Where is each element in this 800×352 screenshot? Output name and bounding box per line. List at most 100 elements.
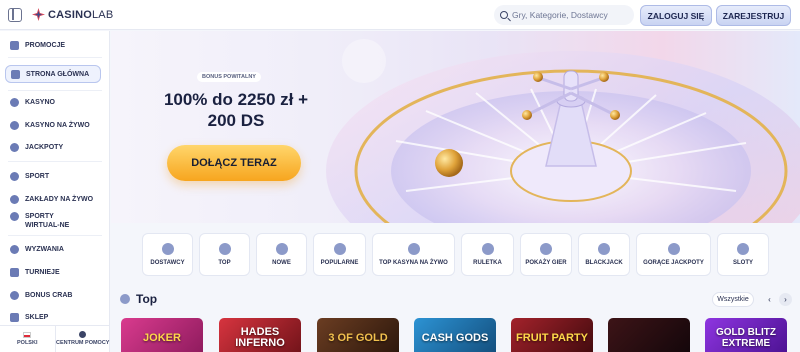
game-tile-fruit-party[interactable]: FRUIT PARTY <box>511 318 593 352</box>
sidebar-item-kasyno-na-zywo[interactable]: KASYNO NA ŻYWO <box>10 121 90 130</box>
logo-star-icon <box>32 8 45 21</box>
cards-icon <box>598 243 610 255</box>
sidebar-item-label: SPORTY WIRTUAL-NE <box>25 213 70 229</box>
crab-icon <box>10 291 19 300</box>
funnel-icon <box>161 243 174 255</box>
register-button[interactable]: ZAREJESTRUJ <box>716 5 791 26</box>
virtual-icon <box>10 212 19 221</box>
category-label: SLOTY <box>732 260 753 266</box>
star-icon <box>333 243 346 255</box>
sidebar-item-turnieje[interactable]: TURNIEJE <box>10 268 60 277</box>
sidebar-item-label: ZAKŁADY NA ŻYWO <box>25 196 94 203</box>
sidebar-item-label: BONUS CRAB <box>25 292 73 299</box>
language-selector[interactable]: POLSKI <box>0 326 55 352</box>
category-gorace-jackpoty[interactable]: GORĄCE JACKPOTY <box>636 233 711 276</box>
category-label: BLACKJACK <box>585 260 623 266</box>
login-button[interactable]: ZALOGUJ SIĘ <box>640 5 712 26</box>
category-label: TOP <box>218 260 231 266</box>
category-label: POKAŻY GIER <box>525 260 567 266</box>
new-icon <box>275 243 288 255</box>
category-pokazy-gier[interactable]: POKAŻY GIER <box>520 233 572 276</box>
sidebar-item-label: SPORT <box>25 173 50 180</box>
sidebar-item-sklep[interactable]: SKLEP <box>10 313 48 322</box>
category-label: GORĄCE JACKPOTY <box>643 260 704 266</box>
category-popularne[interactable]: POPULARNE <box>313 233 366 276</box>
sidebar-item-label: TURNIEJE <box>25 269 60 276</box>
sidebar-toggle-icon[interactable] <box>8 8 22 22</box>
star-live-icon <box>407 243 420 255</box>
sidebar-item-wyzwania[interactable]: WYZWANIA <box>10 245 64 254</box>
divider <box>8 161 102 162</box>
logo-text-thin: LAB <box>91 8 114 21</box>
sidebar-item-bonus-crab[interactable]: BONUS CRAB <box>10 291 72 300</box>
hero-banner[interactable]: BONUS POWITALNY 100% do 2250 zł + 200 DS… <box>111 31 800 223</box>
category-label: TOP KASYNA NA ŻYWO <box>379 260 448 266</box>
category-nowe[interactable]: NOWE <box>256 233 307 276</box>
game-tile-3-of-gold[interactable]: 3 OF GOLD <box>317 318 399 352</box>
sidebar-item-kasyno[interactable]: KASYNO <box>10 98 55 107</box>
sidebar-footer: POLSKI CENTRUM POMOCY <box>0 325 110 352</box>
cup-icon <box>10 268 19 277</box>
ball-icon <box>10 172 19 181</box>
games-icon <box>540 243 552 255</box>
cherry-icon <box>10 98 19 107</box>
category-ruletka[interactable]: RULETKA <box>461 233 514 276</box>
join-now-button[interactable]: DOŁĄCZ TERAZ <box>167 145 301 181</box>
category-blackjack[interactable]: BLACKJACK <box>578 233 630 276</box>
search-icon <box>500 11 508 19</box>
sidebar-item-jackpoty[interactable]: JACKPOTY <box>10 143 63 152</box>
hero-title-line1: 100% do 2250 zł + <box>163 90 309 109</box>
game-tile-cash-gods[interactable]: CASH GODS <box>414 318 496 352</box>
search-input[interactable]: Gry, Kategorie, Dostawcy <box>494 5 634 25</box>
game-title: FRUIT PARTY <box>516 331 588 344</box>
welcome-bonus-badge: BONUS POWITALNY <box>197 72 261 82</box>
casinolab-logo[interactable]: CASINOLAB <box>32 8 113 21</box>
logo-text-bold: CASINO <box>48 8 92 21</box>
top-header: CASINOLAB Gry, Kategorie, Dostawcy ZALOG… <box>0 0 800 30</box>
divider <box>8 57 102 58</box>
category-top-kasyna-na-zywo[interactable]: TOP KASYNA NA ŻYWO <box>372 233 455 276</box>
hero-title: 100% do 2250 zł + 200 DS <box>151 89 321 131</box>
sidebar-item-label: KASYNO <box>25 99 55 106</box>
game-tile-hades-inferno[interactable]: HADES INFERNO <box>219 318 301 352</box>
sidebar-item-promocje[interactable]: PROMOCJE <box>10 41 65 50</box>
category-dostawcy[interactable]: DOSTAWCY <box>142 233 193 276</box>
sidebar-item-label: SKLEP <box>25 314 49 321</box>
game-title: 3 OF GOLD <box>328 331 388 344</box>
slots-icon <box>737 243 749 255</box>
game-tile[interactable] <box>608 318 690 352</box>
sidebar-item-sporty-wirtualne[interactable]: SPORTY WIRTUAL-NE <box>10 212 90 230</box>
star-burst-icon <box>218 243 231 255</box>
sidebar-item-zaklady-na-zywo[interactable]: ZAKŁADY NA ŻYWO <box>10 195 93 204</box>
category-label: RULETKA <box>473 260 502 266</box>
category-label: POPULARNE <box>320 260 359 266</box>
category-label: NOWE <box>272 260 291 266</box>
game-tile-gold-blitz-extreme[interactable]: GOLD BLITZ EXTREME <box>705 318 787 352</box>
divider <box>8 90 102 91</box>
shop-icon <box>10 313 19 322</box>
divider <box>8 235 102 236</box>
carousel-next-button[interactable]: › <box>779 293 792 306</box>
sidebar-item-label: WYZWANIA <box>25 246 64 253</box>
sidebar: PROMOCJE STRONA GŁÓWNA KASYNO KASYNO NA … <box>0 31 110 352</box>
game-tile-joker[interactable]: JOKER <box>121 318 203 352</box>
category-label: DOSTAWCY <box>150 260 185 266</box>
category-sloty[interactable]: SLOTY <box>717 233 769 276</box>
game-title: CASH GODS <box>421 331 489 344</box>
sidebar-item-strona-glowna[interactable]: STRONA GŁÓWNA <box>5 65 101 83</box>
help-center-link[interactable]: CENTRUM POMOCY <box>54 326 111 352</box>
dealer-icon <box>10 121 19 130</box>
jackpot-icon <box>667 243 680 255</box>
carousel-prev-button[interactable]: ‹ <box>763 293 776 306</box>
sidebar-item-sport[interactable]: SPORT <box>10 172 49 181</box>
trophy-icon <box>10 143 19 152</box>
top-section-icon <box>120 294 130 304</box>
category-top[interactable]: TOP <box>199 233 250 276</box>
poland-flag-icon <box>23 331 32 338</box>
game-title: GOLD BLITZ EXTREME <box>716 327 776 349</box>
top-section-title: Top <box>136 292 158 306</box>
sidebar-item-label: KASYNO NA ŻYWO <box>25 122 90 129</box>
game-title: JOKER <box>143 331 181 344</box>
view-all-button[interactable]: Wszystkie <box>712 292 754 307</box>
live-icon <box>10 195 19 204</box>
